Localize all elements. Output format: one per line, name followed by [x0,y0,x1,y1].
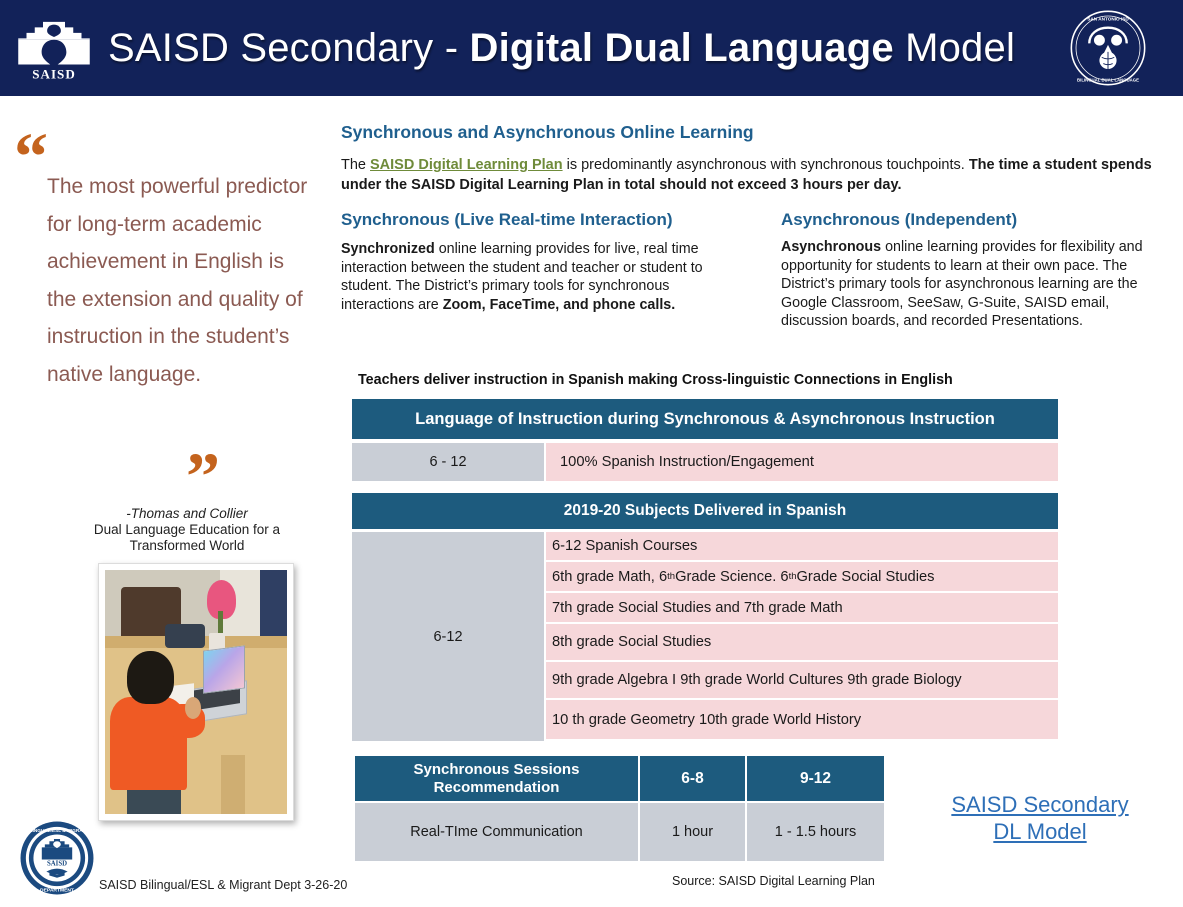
section-title: Synchronous and Asynchronous Online Lear… [341,122,754,142]
page-title-bold: Digital Dual Language [469,26,894,70]
subjects-table-row: 6th grade Math, 6th Grade Science. 6th G… [546,562,1058,593]
synchronous-tools: Zoom, FaceTime, and phone calls. [442,296,676,313]
quote-attribution: -Thomas and Collier Dual Language Educat… [54,506,320,554]
subjects-table-row: 6-12 Spanish Courses [546,532,1058,562]
synchronous-heading: Synchronous (Live Real-time Interaction) [341,210,673,229]
quote-close-mark: ” [186,438,222,514]
language-table-header: Language of Instruction during Synchrono… [352,399,1058,439]
asynchronous-lead: Asynchronous [781,239,882,255]
dl-link-line2: DL Model [993,819,1087,844]
dl-link-line1: SAISD Secondary [951,792,1129,817]
sessions-table-header-label: Synchronous Sessions Recommendation [355,756,638,801]
quote-text: The most powerful predictor for long-ter… [47,175,308,386]
bilingual-esl-migrant-seal-icon: SAISD BILINGUAL/ESL & MIGRANT DEPARTMENT [20,821,94,895]
svg-text:DEPARTMENT: DEPARTMENT [40,887,74,893]
subjects-table-row: 7th grade Social Studies and 7th grade M… [546,593,1058,624]
quote-source-line2: Transformed World [129,538,245,553]
sessions-table-row-label: Real-TIme Communication [355,803,638,861]
subjects-table-row: 9th grade Algebra I 9th grade World Cult… [546,662,1058,700]
svg-text:BILINGUAL DUAL LANGUAGE: BILINGUAL DUAL LANGUAGE [1077,78,1139,83]
student-photo [105,570,287,814]
synchronous-lead: Synchronized [341,241,435,257]
svg-text:SAISD: SAISD [32,66,76,81]
student-photo-frame [98,563,294,821]
sessions-table-header-6-8: 6-8 [640,756,745,801]
saisd-mission-logo-icon: SAISD [18,21,90,81]
bilingual-dept-seal: SAISD BILINGUAL/ESL & MIGRANT DEPARTMENT [19,820,95,896]
synchronous-body: Synchronized online learning provides fo… [341,240,741,314]
subjects-table-row: 8th grade Social Studies [546,624,1058,662]
intro-paragraph: The SAISD Digital Learning Plan is predo… [341,155,1171,195]
asynchronous-heading: Asynchronous (Independent) [781,210,1018,229]
subjects-table-row: 10 th grade Geometry 10th grade World Hi… [546,700,1058,741]
intro-post-link: is predominantly asynchronous with synch… [562,157,969,173]
tables-caption: Teachers deliver instruction in Spanish … [358,372,953,388]
sessions-table-header-9-12: 9-12 [747,756,884,801]
svg-text:SAISD: SAISD [47,861,67,868]
page-title-part1: SAISD Secondary - [108,26,470,70]
san-antonio-isd-seal-icon: SAN ANTONIO ISD BILINGUAL DUAL LANGUAGE [1070,10,1146,86]
quote-source-line1: Dual Language Education for a [93,522,281,537]
saisd-logo: SAISD [0,0,108,96]
page-title: SAISD Secondary - Digital Dual Language … [108,26,1033,70]
footer-note: SAISD Bilingual/ESL & Migrant Dept 3-26-… [99,878,348,892]
language-table-grade-cell: 6 - 12 [352,443,544,481]
svg-text:BILINGUAL/ESL & MIGRANT: BILINGUAL/ESL & MIGRANT [25,828,89,833]
sessions-table-cell-9-12: 1 - 1.5 hours [747,803,884,861]
subjects-table-header: 2019-20 Subjects Delivered in Spanish [352,493,1058,529]
saisd-digital-learning-plan-link[interactable]: SAISD Digital Learning Plan [370,157,563,173]
page-title-part2: Model [893,26,1016,70]
asynchronous-body: Asynchronous online learning provides fo… [781,238,1153,331]
intro-pre-link: The [341,157,371,173]
subjects-table-grade-cell: 6-12 [352,532,544,741]
saisd-secondary-dl-model-link[interactable]: SAISD Secondary DL Model [905,791,1175,845]
quote-author: -Thomas and Collier [126,506,248,521]
quote-open-mark: “ [14,118,50,194]
sessions-table-cell-6-8: 1 hour [640,803,745,861]
svg-text:SAN ANTONIO ISD: SAN ANTONIO ISD [1087,17,1129,22]
district-seal: SAN ANTONIO ISD BILINGUAL DUAL LANGUAGE [1033,0,1183,96]
page-header: SAISD SAISD Secondary - Digital Dual Lan… [0,0,1183,96]
slide-page: SAISD SAISD Secondary - Digital Dual Lan… [0,0,1183,907]
language-table-description-cell: 100% Spanish Instruction/Engagement [546,443,1058,481]
source-note: Source: SAISD Digital Learning Plan [672,874,875,888]
